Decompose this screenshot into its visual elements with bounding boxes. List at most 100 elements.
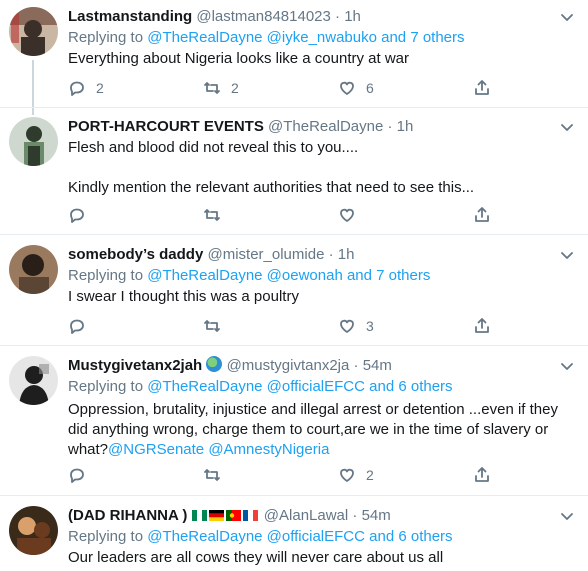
retweet-button[interactable]: 2 [203,77,239,99]
tweet[interactable]: Lastmanstanding @lastman84814023 · 1h Re… [0,0,588,115]
tweet-text-line: Oppression, brutality, injustice and ill… [68,401,558,418]
replying-to: Replying to @TheRealDayne @officialEFCC … [68,377,453,397]
like-button[interactable]: 2 [338,464,374,486]
tweet-actions: 2 [68,464,580,486]
heart-icon [340,468,354,482]
tweet[interactable]: Mustygivetanx2jah @mustygivtanx2ja · 54m… [0,346,588,495]
tweet-text-line: Everything about Nigeria looks like a co… [68,50,410,67]
separator-dot: · [352,507,358,524]
reply-icon [70,468,84,483]
tweet-text-line [68,158,580,178]
separator-dot: · [387,118,393,135]
timestamp[interactable]: 1h [397,118,414,135]
chevron-down-icon[interactable] [558,118,576,136]
timestamp[interactable]: 1h [344,8,361,25]
avatar[interactable] [9,7,58,56]
handle[interactable]: @AlanLawal [264,507,348,524]
separator-dot: · [335,8,341,25]
replying-prefix: Replying to [68,528,144,545]
retweet-button[interactable] [203,464,231,486]
like-button[interactable] [338,204,366,226]
tweet-text: Oppression, brutality, injustice and ill… [68,400,580,460]
tweet[interactable]: somebody’s daddy @mister_olumide · 1h Re… [0,235,588,345]
replying-to-mentions[interactable]: @TheRealDayne @officialEFCC and 6 others [147,528,452,545]
handle[interactable]: @mister_olumide [207,246,324,263]
avatar[interactable] [9,356,58,405]
heart-icon [340,81,354,95]
tweet-header: Lastmanstanding @lastman84814023 · 1h [68,7,361,27]
handle[interactable]: @mustygivtanx2ja [227,357,350,374]
share-icon [475,207,489,222]
retweet-button[interactable] [203,204,231,226]
heart-icon [340,208,354,222]
chevron-down-icon[interactable] [558,246,576,264]
tweet[interactable]: PORT-HARCOURT EVENTS @TheRealDayne · 1h … [0,108,588,234]
tweet-actions: 3 [68,315,580,337]
tweet-text-line: Kindly mention the relevant authorities … [68,179,475,196]
tweet[interactable]: (DAD RIHANNA ) @AlanLawal · 54m Replying… [0,496,588,571]
like-button[interactable]: 6 [338,77,374,99]
display-name[interactable]: somebody’s daddy [68,246,203,263]
share-button[interactable] [473,77,491,99]
reply-count: 2 [96,80,104,96]
replying-to-mentions[interactable]: @TheRealDayne @officialEFCC and 6 others [147,378,452,395]
display-name[interactable]: PORT-HARCOURT EVENTS [68,118,264,135]
reply-button[interactable] [68,315,96,337]
retweet-icon [204,209,220,221]
display-name[interactable]: (DAD RIHANNA ) [68,507,187,524]
display-name[interactable]: Lastmanstanding [68,8,192,25]
retweet-count: 2 [231,80,239,96]
display-name[interactable]: Mustygivetanx2jah [68,357,202,374]
mention-link[interactable]: @NGRSenate [108,441,204,458]
share-button[interactable] [473,204,491,226]
avatar[interactable] [9,245,58,294]
chevron-down-icon[interactable] [558,357,576,375]
separator-dot: · [328,246,334,263]
tweet-header: (DAD RIHANNA ) @AlanLawal · 54m [68,506,391,526]
tweet-text-line: I swear I thought this was a poultry [68,288,299,305]
chevron-down-icon[interactable] [558,8,576,26]
timestamp[interactable]: 54m [362,507,391,524]
avatar[interactable] [9,506,58,555]
tweet-text: I swear I thought this was a poultry [68,287,580,307]
like-count: 6 [366,80,374,96]
handle[interactable]: @TheRealDayne [268,118,383,135]
replying-prefix: Replying to [68,267,144,284]
replying-to-mentions[interactable]: @TheRealDayne @iyke_nwabuko and 7 others [147,29,464,46]
reply-button[interactable] [68,204,96,226]
germany-flag-icon [208,507,224,521]
like-count: 2 [366,467,374,483]
like-button[interactable]: 3 [338,315,374,337]
tweet-header: PORT-HARCOURT EVENTS @TheRealDayne · 1h [68,117,413,137]
share-icon [475,80,489,95]
handle[interactable]: @lastman84814023 [196,8,331,25]
tweet-actions: 2 2 6 [68,77,580,99]
reply-button[interactable] [68,464,96,486]
chevron-down-icon[interactable] [558,507,576,525]
share-button[interactable] [473,315,491,337]
replying-prefix: Replying to [68,378,144,395]
tweet-text-line: what?@NGRSenate @AmnestyNigeria [68,440,580,460]
reply-button[interactable]: 2 [68,77,104,99]
share-icon [475,467,489,482]
avatar[interactable] [9,117,58,166]
tweet-text: Everything about Nigeria looks like a co… [68,49,580,69]
retweet-icon [204,320,220,332]
tweet-text-line: Flesh and blood did not reveal this to y… [68,139,359,156]
timestamp[interactable]: 54m [363,357,392,374]
mention-link[interactable]: @AmnestyNigeria [208,441,329,458]
replying-to: Replying to @TheRealDayne @officialEFCC … [68,527,453,547]
replying-to-mentions[interactable]: @TheRealDayne @oewonah and 7 others [147,267,430,284]
reply-icon [70,81,84,96]
share-button[interactable] [473,464,491,486]
retweet-button[interactable] [203,315,231,337]
share-icon [475,318,489,333]
tweet-header: somebody’s daddy @mister_olumide · 1h [68,245,354,265]
tweet-text-line: Our leaders are all cows they will never… [68,549,444,566]
tweet-text-fragment: what? [68,441,109,458]
globe-icon [206,356,223,372]
like-count: 3 [366,318,374,334]
nigeria-flag-icon [191,507,207,521]
timestamp[interactable]: 1h [338,246,355,263]
portugal-flag-icon [225,507,241,521]
